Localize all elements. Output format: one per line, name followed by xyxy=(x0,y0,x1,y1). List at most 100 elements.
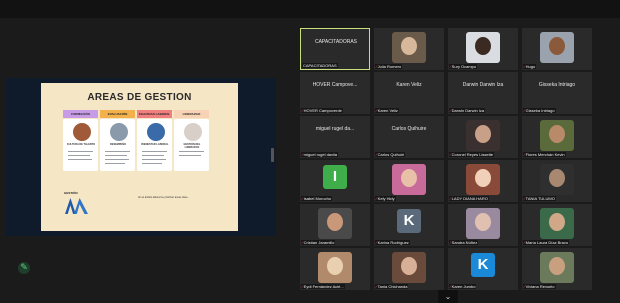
muted-mic-icon: ⁄ xyxy=(376,108,377,113)
participant-tile[interactable]: ⁄LADY DIANA HARO xyxy=(448,160,518,202)
participant-tile[interactable]: ⁄Hugo xyxy=(522,28,592,70)
participant-name: Carlos Quihuiri xyxy=(377,152,405,157)
participant-tile[interactable]: ⁄Tania Chichanda xyxy=(374,248,444,290)
participant-tile[interactable]: HOVER Campove... ⁄HOVER Campoverde xyxy=(300,72,370,114)
participant-name: Coronel Reyes Lissette xyxy=(451,152,494,157)
slide-title: AREAS DE GESTION xyxy=(87,92,192,103)
muted-mic-icon: ⁄ xyxy=(524,108,525,113)
participant-face xyxy=(475,125,491,143)
participant-face xyxy=(401,37,417,55)
participant-tile[interactable]: ⁄María Laura Díaz Bravo xyxy=(522,204,592,246)
chevron-down-icon[interactable]: ⌄ xyxy=(438,290,458,303)
participant-name: Gisseka Intriago xyxy=(525,108,555,113)
participant-name: Darwin Darwin Iza xyxy=(451,108,485,113)
participant-tile[interactable]: miguel rugel da... ⁄miguel rugel davila xyxy=(300,116,370,158)
participant-name: Kely Hidy xyxy=(377,196,395,201)
slide-image xyxy=(73,123,91,141)
participant-name: Karen Jumbo xyxy=(451,284,476,289)
participant-tile[interactable]: Darwin Darwin Iza ⁄Darwin Darwin Iza xyxy=(448,72,518,114)
participant-label: ⁄miguel rugel davila xyxy=(301,152,339,157)
participant-face xyxy=(549,213,565,231)
participant-name: Flores Merchán Kevin xyxy=(525,152,565,157)
slide-card: DESEMPEÑO xyxy=(100,119,135,171)
participant-name-display: Carlos Quihuire xyxy=(391,126,427,132)
participant-label: ⁄Coronel Reyes Lissette xyxy=(449,152,495,157)
participant-avatar: K xyxy=(397,209,421,233)
participant-label: ⁄LADY DIANA HARO xyxy=(449,196,489,201)
muted-mic-icon: ⁄ xyxy=(524,240,525,245)
muted-mic-icon: ⁄ xyxy=(450,196,451,201)
participant-name: miguel rugel davila xyxy=(303,152,338,157)
participant-tile[interactable]: ⁄Viviana Revuelo xyxy=(522,248,592,290)
splitter-handle[interactable] xyxy=(271,148,274,162)
participant-video xyxy=(318,208,352,239)
participant-name: HOVER Campoverde xyxy=(303,108,342,113)
participant-name-display: Gisseka Intriago xyxy=(538,82,576,88)
slide-column-header: EVALUACIÓN xyxy=(100,110,135,118)
muted-mic-icon: ⁄ xyxy=(450,284,451,289)
participant-tile[interactable]: CAPACITADORAS CAPACITADORAS xyxy=(300,28,370,70)
participant-name-display: Darwin Darwin Iza xyxy=(462,82,504,88)
slide-card: BIENESTAR LABORAL xyxy=(137,119,172,171)
participant-name: Karina Rodríguez xyxy=(377,240,409,245)
participant-label: ⁄Kely Hidy xyxy=(375,196,396,201)
participant-video xyxy=(540,164,574,195)
slide-logo-label: GESTIÓN xyxy=(64,191,78,195)
participant-name: Julia Romero xyxy=(377,64,402,69)
participant-face xyxy=(327,213,343,231)
participant-label: ⁄Sandra Núñez xyxy=(449,240,479,245)
participant-tile[interactable]: Carlos Quihuire ⁄Carlos Quihuiri xyxy=(374,116,444,158)
participant-name: Sandra Núñez xyxy=(451,240,478,245)
participant-tile[interactable]: ⁄Cristian Jaramillo xyxy=(300,204,370,246)
participant-face xyxy=(401,257,417,275)
participant-tile[interactable]: ⁄Coronel Reyes Lissette xyxy=(448,116,518,158)
participant-video xyxy=(466,208,500,239)
participant-name: Eydi Fernández Acié... xyxy=(303,284,344,289)
participant-label: ⁄Eydi Fernández Acié... xyxy=(301,284,345,289)
participant-tile[interactable]: ⁄Sandra Núñez xyxy=(448,204,518,246)
slide-column-header: FORMACIÓN xyxy=(63,110,98,118)
participant-label: ⁄Flores Merchán Kevin xyxy=(523,152,566,157)
participant-video xyxy=(540,120,574,151)
participant-tile[interactable]: ⁄Julia Romero xyxy=(374,28,444,70)
participant-avatar: K xyxy=(471,253,495,277)
slide-card-caption: BIENESTAR LABORAL xyxy=(141,143,169,146)
participant-video xyxy=(466,32,500,63)
participant-name: CAPACITADORAS xyxy=(303,63,337,68)
participant-tile[interactable]: ⁄Flores Merchán Kevin xyxy=(522,116,592,158)
muted-mic-icon: ⁄ xyxy=(524,196,525,201)
participant-label: ⁄TANIA TULUMO xyxy=(523,196,556,201)
participant-tile[interactable]: K ⁄Karen Jumbo xyxy=(448,248,518,290)
participant-name: Tania Chichanda xyxy=(377,284,408,289)
participant-tile[interactable]: Gisseka Intriago ⁄Gisseka Intriago xyxy=(522,72,592,114)
participant-tile[interactable]: ⁄Kely Hidy xyxy=(374,160,444,202)
shared-slide: AREAS DE GESTION FORMACIÓN EVALUACIÓN FE… xyxy=(41,83,238,231)
muted-mic-icon: ⁄ xyxy=(376,152,377,157)
participant-label: ⁄Cristian Jaramillo xyxy=(301,240,336,245)
muted-mic-icon: ⁄ xyxy=(302,240,303,245)
participant-label: ⁄Gisseka Intriago xyxy=(523,108,556,113)
participant-face xyxy=(475,213,491,231)
slide-footer-text: En el ámbito laboral se priorizan áreas … xyxy=(138,196,190,199)
participant-tile[interactable]: K ⁄Karina Rodríguez xyxy=(374,204,444,246)
slide-column-header: LIDERAZGO xyxy=(174,110,209,118)
participant-tile[interactable]: ⁄Sury Ocampo xyxy=(448,28,518,70)
participant-face xyxy=(475,37,491,55)
participant-tile[interactable]: ⁄Eydi Fernández Acié... xyxy=(300,248,370,290)
muted-mic-icon: ⁄ xyxy=(376,240,377,245)
muted-mic-icon: ⁄ xyxy=(376,284,377,289)
slide-card-caption: CULTURA DE TALENTO xyxy=(66,143,96,146)
participant-face xyxy=(475,169,491,187)
participant-video xyxy=(540,252,574,283)
participant-tile[interactable]: I ⁄Isabel Morocho xyxy=(300,160,370,202)
participant-tile[interactable]: Karen Veliz ⁄Karen Veliz xyxy=(374,72,444,114)
participant-tile[interactable]: ⁄TANIA TULUMO xyxy=(522,160,592,202)
participant-video xyxy=(466,164,500,195)
participant-video xyxy=(392,32,426,63)
muted-mic-icon: ⁄ xyxy=(376,196,377,201)
participant-name: TANIA TULUMO xyxy=(525,196,555,201)
pen-icon[interactable]: ✎ xyxy=(18,262,30,274)
muted-mic-icon: ⁄ xyxy=(302,284,303,289)
participant-video xyxy=(318,252,352,283)
participant-face xyxy=(549,169,565,187)
